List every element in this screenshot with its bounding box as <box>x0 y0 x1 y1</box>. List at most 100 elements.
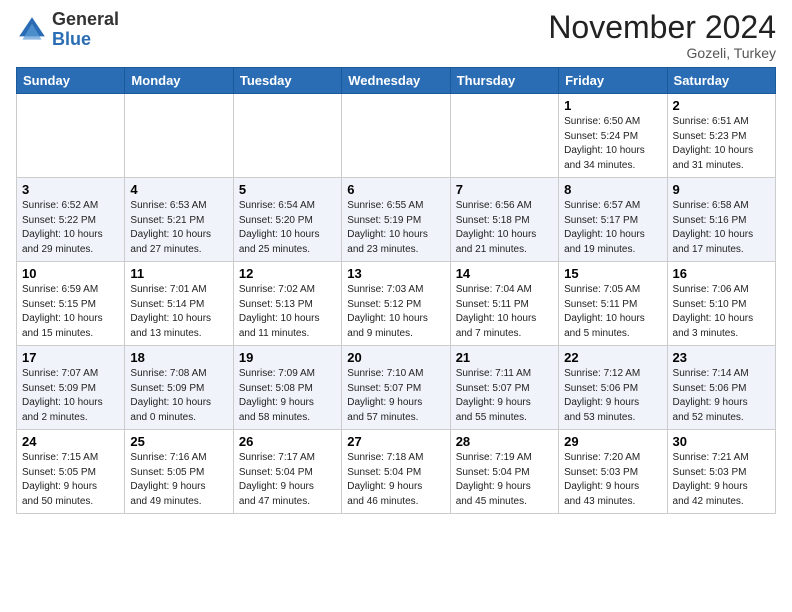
calendar-week-row: 1Sunrise: 6:50 AMSunset: 5:24 PMDaylight… <box>17 94 776 178</box>
calendar-cell: 2Sunrise: 6:51 AMSunset: 5:23 PMDaylight… <box>667 94 775 178</box>
day-info: Sunrise: 7:05 AMSunset: 5:11 PMDaylight:… <box>564 283 661 341</box>
day-info: Sunrise: 7:20 AMSunset: 5:03 PMDaylight:… <box>564 451 661 509</box>
day-number: 14 <box>456 266 553 281</box>
day-number: 16 <box>673 266 770 281</box>
day-info: Sunrise: 7:11 AMSunset: 5:07 PMDaylight:… <box>456 367 553 425</box>
calendar-cell: 23Sunrise: 7:14 AMSunset: 5:06 PMDayligh… <box>667 346 775 430</box>
calendar-cell: 20 Sunrise: 7:10 AMSunset: 5:07 PMDayligh… <box>342 346 450 430</box>
page: General Blue November 2024 Gozeli, Turke… <box>0 0 792 530</box>
calendar-cell <box>233 94 341 178</box>
calendar-cell <box>342 94 450 178</box>
day-number: 6 <box>347 182 444 197</box>
calendar-week-row: 3 Sunrise: 6:52 AMSunset: 5:22 PMDaylight… <box>17 178 776 262</box>
day-info: Sunrise: 7:14 AMSunset: 5:06 PMDaylight:… <box>673 367 770 425</box>
calendar-cell: 24Sunrise: 7:15 AMSunset: 5:05 PMDayligh… <box>17 430 125 514</box>
day-number: 9 <box>673 182 770 197</box>
calendar-week-row: 24Sunrise: 7:15 AMSunset: 5:05 PMDayligh… <box>17 430 776 514</box>
day-number: 20 <box>347 350 444 365</box>
day-info: Sunrise: 7:15 AMSunset: 5:05 PMDaylight:… <box>22 451 119 509</box>
day-number: 27 <box>347 434 444 449</box>
day-info: Sunrise: 7:06 AMSunset: 5:10 PMDaylight:… <box>673 283 770 341</box>
calendar-week-row: 10 Sunrise: 6:59 AMSunset: 5:15 PMDayligh… <box>17 262 776 346</box>
calendar-cell <box>17 94 125 178</box>
day-number: 28 <box>456 434 553 449</box>
calendar-cell: 27 Sunrise: 7:18 AMSunset: 5:04 PMDayligh… <box>342 430 450 514</box>
day-info: Sunrise: 6:58 AMSunset: 5:16 PMDaylight:… <box>673 199 770 257</box>
day-number: 22 <box>564 350 661 365</box>
day-info: Sunrise: 7:04 AMSunset: 5:11 PMDaylight:… <box>456 283 553 341</box>
day-info: Sunrise: 6:57 AMSunset: 5:17 PMDaylight:… <box>564 199 661 257</box>
calendar-cell: 5 Sunrise: 6:54 AMSunset: 5:20 PMDaylight… <box>233 178 341 262</box>
logo-blue: Blue <box>52 29 91 49</box>
col-header-sunday: Sunday <box>17 68 125 94</box>
day-number: 11 <box>130 266 227 281</box>
day-info: Sunrise: 6:59 AMSunset: 5:15 PMDaylight:… <box>22 283 119 341</box>
col-header-saturday: Saturday <box>667 68 775 94</box>
calendar-header-row: SundayMondayTuesdayWednesdayThursdayFrid… <box>17 68 776 94</box>
logo-icon <box>16 14 48 46</box>
day-info: Sunrise: 7:17 AMSunset: 5:04 PMDaylight:… <box>239 451 336 509</box>
calendar-cell: 18Sunrise: 7:08 AMSunset: 5:09 PMDayligh… <box>125 346 233 430</box>
location: Gozeli, Turkey <box>548 45 776 61</box>
calendar-cell: 14 Sunrise: 7:04 AMSunset: 5:11 PMDayligh… <box>450 262 558 346</box>
day-number: 26 <box>239 434 336 449</box>
day-info: Sunrise: 6:54 AMSunset: 5:20 PMDaylight:… <box>239 199 336 257</box>
header: General Blue November 2024 Gozeli, Turke… <box>16 10 776 61</box>
logo-text: General Blue <box>52 10 119 50</box>
day-info: Sunrise: 7:16 AMSunset: 5:05 PMDaylight:… <box>130 451 227 509</box>
col-header-tuesday: Tuesday <box>233 68 341 94</box>
day-number: 10 <box>22 266 119 281</box>
day-info: Sunrise: 7:07 AMSunset: 5:09 PMDaylight:… <box>22 367 119 425</box>
calendar-cell: 26 Sunrise: 7:17 AMSunset: 5:04 PMDayligh… <box>233 430 341 514</box>
month-title: November 2024 <box>548 10 776 45</box>
day-info: Sunrise: 6:56 AMSunset: 5:18 PMDaylight:… <box>456 199 553 257</box>
day-info: Sunrise: 6:55 AMSunset: 5:19 PMDaylight:… <box>347 199 444 257</box>
col-header-monday: Monday <box>125 68 233 94</box>
day-number: 13 <box>347 266 444 281</box>
day-number: 15 <box>564 266 661 281</box>
day-number: 19 <box>239 350 336 365</box>
day-info: Sunrise: 7:01 AMSunset: 5:14 PMDaylight:… <box>130 283 227 341</box>
col-header-friday: Friday <box>559 68 667 94</box>
day-number: 18 <box>130 350 227 365</box>
day-number: 7 <box>456 182 553 197</box>
calendar-cell: 21 Sunrise: 7:11 AMSunset: 5:07 PMDayligh… <box>450 346 558 430</box>
day-info: Sunrise: 6:51 AMSunset: 5:23 PMDaylight:… <box>673 115 770 173</box>
calendar-cell: 29 Sunrise: 7:20 AMSunset: 5:03 PMDayligh… <box>559 430 667 514</box>
calendar-cell: 7 Sunrise: 6:56 AMSunset: 5:18 PMDaylight… <box>450 178 558 262</box>
calendar-cell: 15 Sunrise: 7:05 AMSunset: 5:11 PMDayligh… <box>559 262 667 346</box>
day-number: 29 <box>564 434 661 449</box>
day-info: Sunrise: 6:52 AMSunset: 5:22 PMDaylight:… <box>22 199 119 257</box>
calendar-cell: 28 Sunrise: 7:19 AMSunset: 5:04 PMDayligh… <box>450 430 558 514</box>
title-block: November 2024 Gozeli, Turkey <box>548 10 776 61</box>
day-number: 1 <box>564 98 661 113</box>
calendar-cell: 11 Sunrise: 7:01 AMSunset: 5:14 PMDayligh… <box>125 262 233 346</box>
day-number: 8 <box>564 182 661 197</box>
day-number: 30 <box>673 434 770 449</box>
calendar-cell: 16 Sunrise: 7:06 AMSunset: 5:10 PMDayligh… <box>667 262 775 346</box>
day-number: 25 <box>130 434 227 449</box>
calendar-cell <box>125 94 233 178</box>
day-number: 4 <box>130 182 227 197</box>
day-info: Sunrise: 7:09 AMSunset: 5:08 PMDaylight:… <box>239 367 336 425</box>
day-info: Sunrise: 7:12 AMSunset: 5:06 PMDaylight:… <box>564 367 661 425</box>
calendar-cell <box>450 94 558 178</box>
calendar-cell: 25 Sunrise: 7:16 AMSunset: 5:05 PMDayligh… <box>125 430 233 514</box>
day-info: Sunrise: 7:21 AMSunset: 5:03 PMDaylight:… <box>673 451 770 509</box>
calendar-cell: 9 Sunrise: 6:58 AMSunset: 5:16 PMDaylight… <box>667 178 775 262</box>
day-info: Sunrise: 7:10 AMSunset: 5:07 PMDaylight:… <box>347 367 444 425</box>
day-number: 21 <box>456 350 553 365</box>
day-number: 3 <box>22 182 119 197</box>
day-number: 5 <box>239 182 336 197</box>
calendar-cell: 13Sunrise: 7:03 AMSunset: 5:12 PMDayligh… <box>342 262 450 346</box>
day-info: Sunrise: 7:02 AMSunset: 5:13 PMDaylight:… <box>239 283 336 341</box>
col-header-wednesday: Wednesday <box>342 68 450 94</box>
day-info: Sunrise: 7:19 AMSunset: 5:04 PMDaylight:… <box>456 451 553 509</box>
logo-general: General <box>52 9 119 29</box>
logo: General Blue <box>16 10 119 50</box>
day-info: Sunrise: 7:18 AMSunset: 5:04 PMDaylight:… <box>347 451 444 509</box>
day-number: 12 <box>239 266 336 281</box>
calendar-cell: 8 Sunrise: 6:57 AMSunset: 5:17 PMDaylight… <box>559 178 667 262</box>
col-header-thursday: Thursday <box>450 68 558 94</box>
calendar-cell: 17Sunrise: 7:07 AMSunset: 5:09 PMDayligh… <box>17 346 125 430</box>
